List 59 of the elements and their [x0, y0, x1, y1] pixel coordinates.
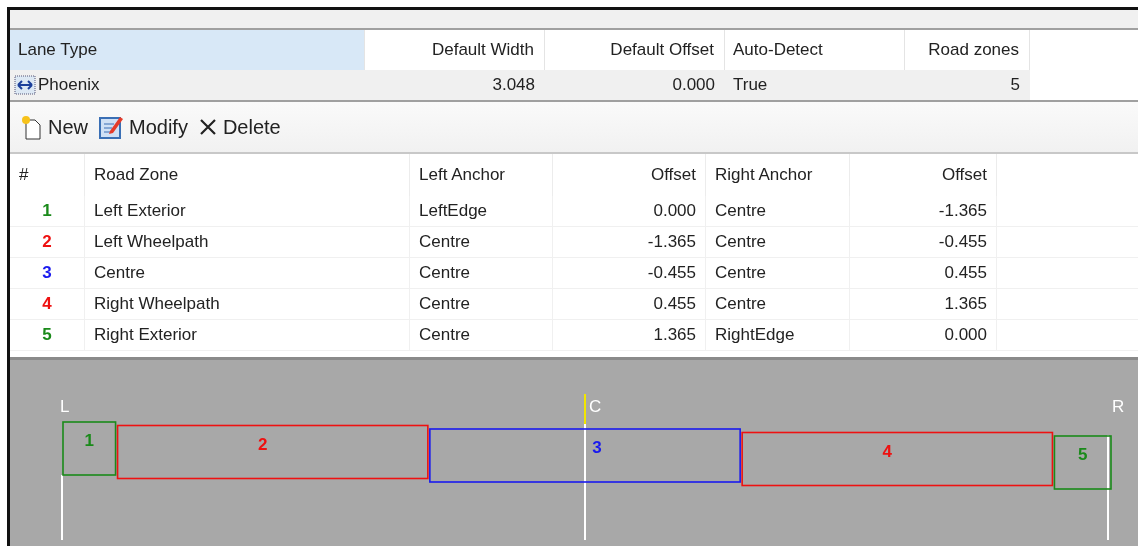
table-cell: 0.455	[553, 289, 706, 319]
table-cell: -0.455	[553, 258, 706, 288]
table-cell: Left Wheelpath	[85, 227, 410, 257]
table-cell: Phoenix	[10, 70, 365, 100]
column-header[interactable]: Offset	[553, 154, 706, 196]
zone-number: 2	[10, 227, 85, 257]
table-cell: Centre	[410, 320, 553, 350]
table-cell: Right Exterior	[85, 320, 410, 350]
zone-label: 1	[84, 431, 94, 450]
right-label: R	[1112, 397, 1125, 416]
table-cell: True	[725, 70, 905, 100]
left-label: L	[60, 397, 70, 416]
zone-label: 3	[592, 438, 602, 457]
table-cell: 0.000	[553, 196, 706, 226]
left-edge-line	[61, 474, 63, 540]
table-cell: -1.365	[553, 227, 706, 257]
table-cell: 0.000	[545, 70, 725, 100]
table-cell: 0.000	[850, 320, 997, 350]
new-document-icon	[19, 114, 43, 140]
table-cell: Centre	[410, 258, 553, 288]
column-header[interactable]: #	[10, 154, 85, 196]
centre-marker	[584, 393, 586, 425]
table-cell: Centre	[85, 258, 410, 288]
centre-label: C	[589, 397, 602, 416]
table-cell: Centre	[706, 227, 850, 257]
table-cell: RightEdge	[706, 320, 850, 350]
zone-label: 4	[882, 441, 892, 461]
table-cell: 1.365	[850, 289, 997, 319]
table-cell: 1.365	[553, 320, 706, 350]
table-cell: -0.455	[850, 227, 997, 257]
column-header[interactable]: Lane Type	[10, 30, 365, 70]
column-header[interactable]: Left Anchor	[410, 154, 553, 196]
zone-number: 5	[10, 320, 85, 350]
zone-number: 3	[10, 258, 85, 288]
zone-label: 5	[1078, 445, 1088, 464]
table-cell: 0.455	[850, 258, 997, 288]
table-cell: Centre	[410, 289, 553, 319]
table-cell: Centre	[706, 289, 850, 319]
table-cell: Centre	[706, 258, 850, 288]
close-icon	[197, 117, 218, 137]
zone-label: 2	[258, 434, 268, 454]
table-cell: Left Exterior	[85, 196, 410, 226]
column-header[interactable]: Road Zone	[85, 154, 410, 196]
table-cell: Right Wheelpath	[85, 289, 410, 319]
column-header[interactable]: Right Anchor	[706, 154, 850, 196]
table-cell: -1.365	[850, 196, 997, 226]
column-header[interactable]: Offset	[850, 154, 997, 196]
zone-number: 1	[10, 196, 85, 226]
toolbar-button[interactable]: Modify	[95, 112, 191, 142]
zone-number: 4	[10, 289, 85, 319]
toolbar-button[interactable]: Delete	[194, 113, 284, 141]
table-cell: LeftEdge	[410, 196, 553, 226]
table-cell: Centre	[410, 227, 553, 257]
table-cell: Centre	[706, 196, 850, 226]
edit-form-icon	[98, 114, 124, 140]
table-cell: 3.048	[365, 70, 545, 100]
table-cell: 5	[905, 70, 1030, 100]
toolbar-button[interactable]: New	[16, 112, 91, 142]
arrows-icon	[14, 75, 36, 95]
